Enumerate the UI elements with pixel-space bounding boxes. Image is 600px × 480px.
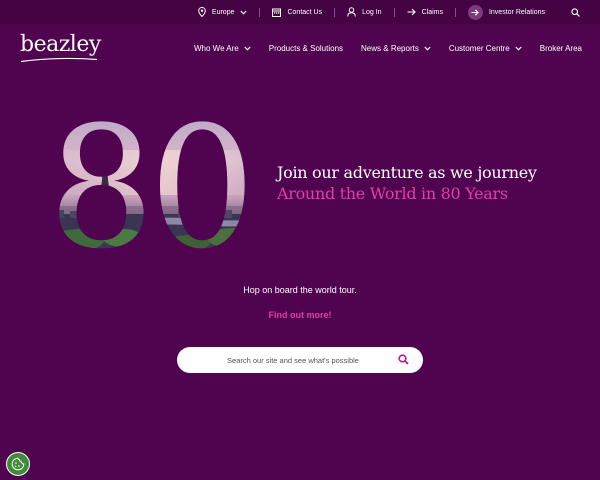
chevron-down-icon [515, 46, 522, 51]
log-in-label: Log In [362, 8, 382, 16]
divider [454, 7, 456, 17]
hero-headline: Join our adventure as we journey Around … [277, 162, 537, 204]
contact-us-link[interactable]: Contact Us [272, 8, 322, 17]
claims-link[interactable]: Claims [407, 8, 443, 16]
chevron-down-icon [424, 46, 431, 51]
chevron-down-icon [244, 46, 251, 51]
divider [334, 7, 336, 17]
search-input[interactable] [191, 354, 395, 366]
hero-headline-line2: Around the World in 80 Years [277, 184, 508, 203]
nav-item-label: Products & Solutions [268, 43, 344, 53]
log-in-link[interactable]: Log In [347, 7, 382, 17]
nav-item-products-solutions[interactable]: Products & Solutions [269, 44, 343, 53]
nav-item-who-we-are[interactable]: Who We Are [194, 44, 251, 53]
region-label: Europe [211, 8, 235, 16]
user-icon [347, 7, 356, 17]
search-icon[interactable] [398, 354, 409, 365]
nav-item-label: Who We Are [194, 43, 239, 53]
chevron-down-icon [240, 10, 248, 15]
cookie-settings-button[interactable] [6, 452, 30, 476]
nav-item-label: Customer Centre [448, 43, 510, 53]
cookie-icon [11, 457, 25, 471]
nav-item-broker-area[interactable]: Broker Area [540, 44, 582, 53]
nav-item-news-reports[interactable]: News & Reports [361, 44, 431, 53]
utility-bar: Europe Contact Us Log In Claims Investor… [0, 0, 600, 24]
hero-80-graphic: 80 [48, 110, 250, 255]
claims-label: Claims [421, 8, 443, 16]
location-pin-icon [198, 7, 206, 17]
beazley-logo[interactable]: beazley [20, 32, 101, 57]
find-out-more-link[interactable]: Find out more! [0, 310, 600, 320]
nav-item-label: News & Reports [361, 43, 419, 53]
divider [393, 7, 395, 17]
top-search-button[interactable] [571, 7, 580, 17]
nav-item-customer-centre[interactable]: Customer Centre [449, 44, 522, 53]
calendar-icon [272, 8, 282, 17]
nav-item-label: Broker Area [539, 43, 582, 53]
investor-relations-label: Investor Relations [488, 8, 545, 16]
arrow-right-circle-icon [467, 4, 483, 20]
search-icon [571, 7, 580, 17]
logo-swoosh [20, 57, 98, 63]
site-search-box [177, 347, 423, 373]
hero-subtext: Hop on board the world tour. [243, 285, 357, 295]
arrow-right-icon [407, 8, 416, 16]
contact-us-label: Contact Us [287, 8, 323, 16]
region-selector[interactable]: Europe [198, 7, 248, 17]
hero-headline-line1: Join our adventure as we journey [277, 163, 537, 182]
investor-relations-link[interactable]: Investor Relations [467, 4, 545, 20]
main-nav: beazley Who We Are Products & Solutions … [0, 24, 600, 72]
divider [259, 7, 261, 17]
